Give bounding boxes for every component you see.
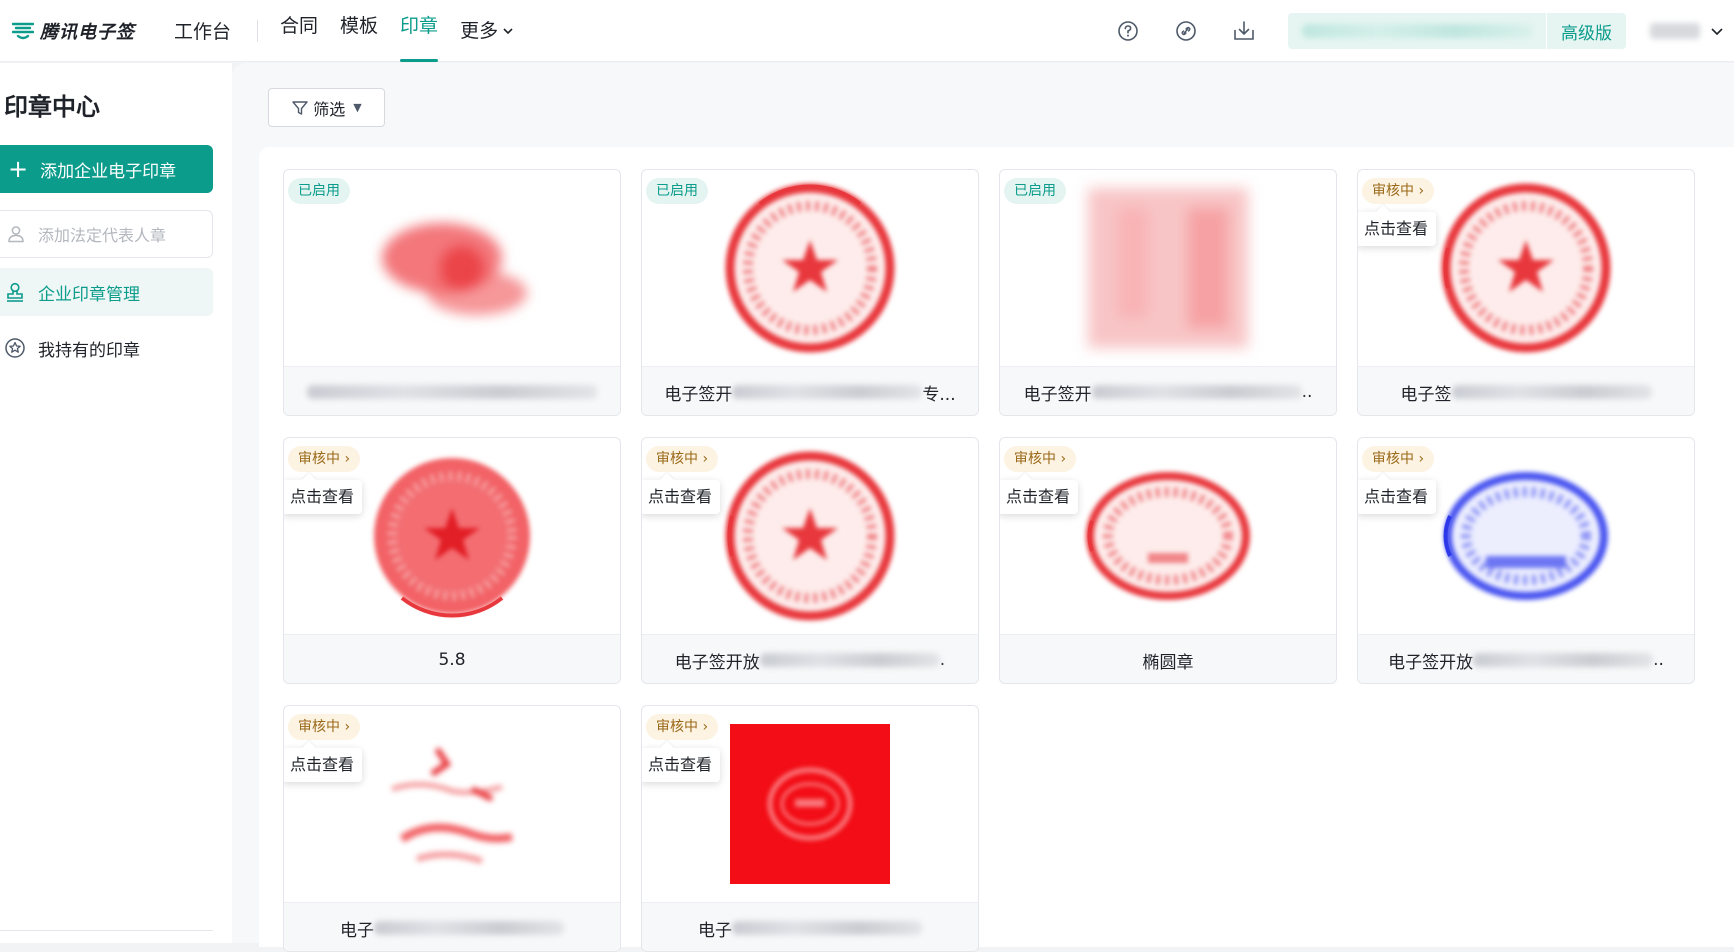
status-badge[interactable]: 审核中 › — [288, 446, 361, 472]
view-tooltip[interactable]: 点击查看 — [1000, 480, 1079, 514]
status-badge[interactable]: 审核中 › — [1362, 178, 1435, 204]
seal-card[interactable]: 审核中 › 点击查看 电子签开放 . — [641, 437, 979, 684]
help-icon[interactable] — [1114, 17, 1142, 45]
top-nav-bar: 腾讯电子签 工作台 合同 模板 印章 更多 高级版 — [0, 0, 1734, 62]
nav-template[interactable]: 模板 — [340, 0, 378, 62]
seal-card[interactable]: 审核中 › 点击查看 电子签 — [1357, 169, 1695, 416]
filter-icon — [292, 100, 308, 115]
nav-contract[interactable]: 合同 — [280, 0, 318, 62]
chevron-down-icon — [1711, 28, 1723, 36]
nav-more-label: 更多 — [460, 19, 499, 42]
user-name-redacted — [1650, 23, 1700, 39]
brand-name: 腾讯电子签 — [40, 21, 135, 43]
filter-button[interactable]: 筛选 ▼ — [268, 88, 385, 127]
download-icon[interactable] — [1230, 17, 1258, 45]
top-right-tools: 高级版 — [1114, 0, 1734, 62]
user-menu[interactable] — [1650, 23, 1724, 39]
seal-name: 电子 — [284, 902, 620, 951]
seal-name-redacted — [732, 921, 922, 935]
org-name-redacted — [1302, 24, 1532, 38]
seal-name: 椭圆章 — [1000, 634, 1336, 683]
menu-label: 企业印章管理 — [38, 284, 140, 305]
seal-card[interactable]: 审核中 › 点击查看 5.8 — [283, 437, 621, 684]
chevron-down-icon — [503, 27, 513, 34]
menu-my-seals[interactable]: 我持有的印章 — [0, 324, 213, 372]
seal-name-redacted — [307, 385, 597, 399]
status-badge: 已启用 — [646, 178, 708, 204]
seal-card[interactable]: 审核中 › 点击查看 电子 — [641, 705, 979, 952]
nav-workbench[interactable]: 工作台 — [174, 17, 231, 44]
status-badge[interactable]: 审核中 › — [646, 446, 719, 472]
brand-icon — [12, 22, 34, 39]
menu-enterprise-seal-management[interactable]: 企业印章管理 — [0, 268, 213, 316]
status-badge[interactable]: 审核中 › — [288, 714, 361, 740]
seal-name: 电子签 — [1358, 366, 1694, 415]
status-badge[interactable]: 审核中 › — [1362, 446, 1435, 472]
nav-more-dropdown[interactable]: 更多 — [460, 0, 514, 62]
add-legal-rep-seal-label: 添加法定代表人章 — [38, 226, 167, 245]
plus-icon: + — [8, 155, 29, 183]
seal-name: 电子签开放 . — [642, 634, 978, 683]
view-tooltip[interactable]: 点击查看 — [642, 748, 721, 782]
filter-label: 筛选 — [313, 99, 346, 119]
seal-card[interactable]: 审核中 › 点击查看 椭圆章 — [999, 437, 1337, 684]
status-badge[interactable]: 审核中 › — [1004, 446, 1077, 472]
seal-name-redacted — [1473, 653, 1654, 667]
main-content: 筛选 ▼ 已启用 已启用 电子签开 专... 已启用 电子签开 .. 审核中 ›… — [232, 63, 1734, 952]
view-tooltip[interactable]: 点击查看 — [1358, 480, 1437, 514]
add-legal-rep-seal-button[interactable]: 添加法定代表人章 — [0, 210, 213, 258]
seal-name: 5.8 — [284, 634, 620, 683]
nav-seal[interactable]: 印章 — [400, 0, 439, 62]
seal-card[interactable]: 已启用 — [283, 169, 621, 416]
person-icon — [8, 226, 24, 243]
seal-stamp-icon — [7, 282, 23, 302]
add-enterprise-seal-label: 添加企业电子印章 — [40, 161, 177, 182]
seal-grid: 已启用 已启用 电子签开 专... 已启用 电子签开 .. 审核中 › 点击查看… — [259, 147, 1734, 952]
page-title: 印章中心 — [4, 93, 100, 121]
view-tooltip[interactable]: 点击查看 — [642, 480, 721, 514]
badge-star-icon — [5, 338, 25, 358]
add-enterprise-seal-button[interactable]: + 添加企业电子印章 — [0, 145, 213, 193]
seal-name-redacted — [374, 921, 564, 935]
status-badge: 已启用 — [288, 178, 350, 204]
seal-card[interactable]: 已启用 电子签开 .. — [999, 169, 1337, 416]
seal-name-redacted — [1091, 385, 1302, 399]
seal-name-redacted — [1451, 385, 1652, 399]
sidebar-divider — [0, 930, 213, 931]
seal-name-redacted — [732, 385, 923, 399]
seal-name — [284, 366, 620, 415]
seal-card[interactable]: 已启用 电子签开 专... — [641, 169, 979, 416]
status-badge: 已启用 — [1004, 178, 1066, 204]
status-badge[interactable]: 审核中 › — [646, 714, 719, 740]
seal-name: 电子签开 .. — [1000, 366, 1336, 415]
sidebar: 印章中心 + 添加企业电子印章 添加法定代表人章 企业印章管理 我持有的印章 — [0, 63, 232, 943]
caret-down-icon: ▼ — [353, 101, 362, 114]
seal-name: 电子签开 专... — [642, 366, 978, 415]
brand-logo[interactable]: 腾讯电子签 — [12, 18, 152, 44]
seal-name: 电子 — [642, 902, 978, 951]
seal-card[interactable]: 审核中 › 点击查看 电子签开放 .. — [1357, 437, 1695, 684]
link-icon[interactable] — [1172, 17, 1200, 45]
plan-badge[interactable]: 高级版 — [1547, 19, 1626, 44]
view-tooltip[interactable]: 点击查看 — [1358, 212, 1437, 246]
org-switcher[interactable]: 高级版 — [1288, 13, 1626, 49]
seal-name-redacted — [759, 653, 940, 667]
nav-divider — [257, 19, 259, 42]
view-tooltip[interactable]: 点击查看 — [284, 748, 363, 782]
view-tooltip[interactable]: 点击查看 — [284, 480, 363, 514]
seal-card[interactable]: 审核中 › 点击查看 电子 — [283, 705, 621, 952]
menu-label: 我持有的印章 — [38, 340, 140, 361]
seal-name: 电子签开放 .. — [1358, 634, 1694, 683]
